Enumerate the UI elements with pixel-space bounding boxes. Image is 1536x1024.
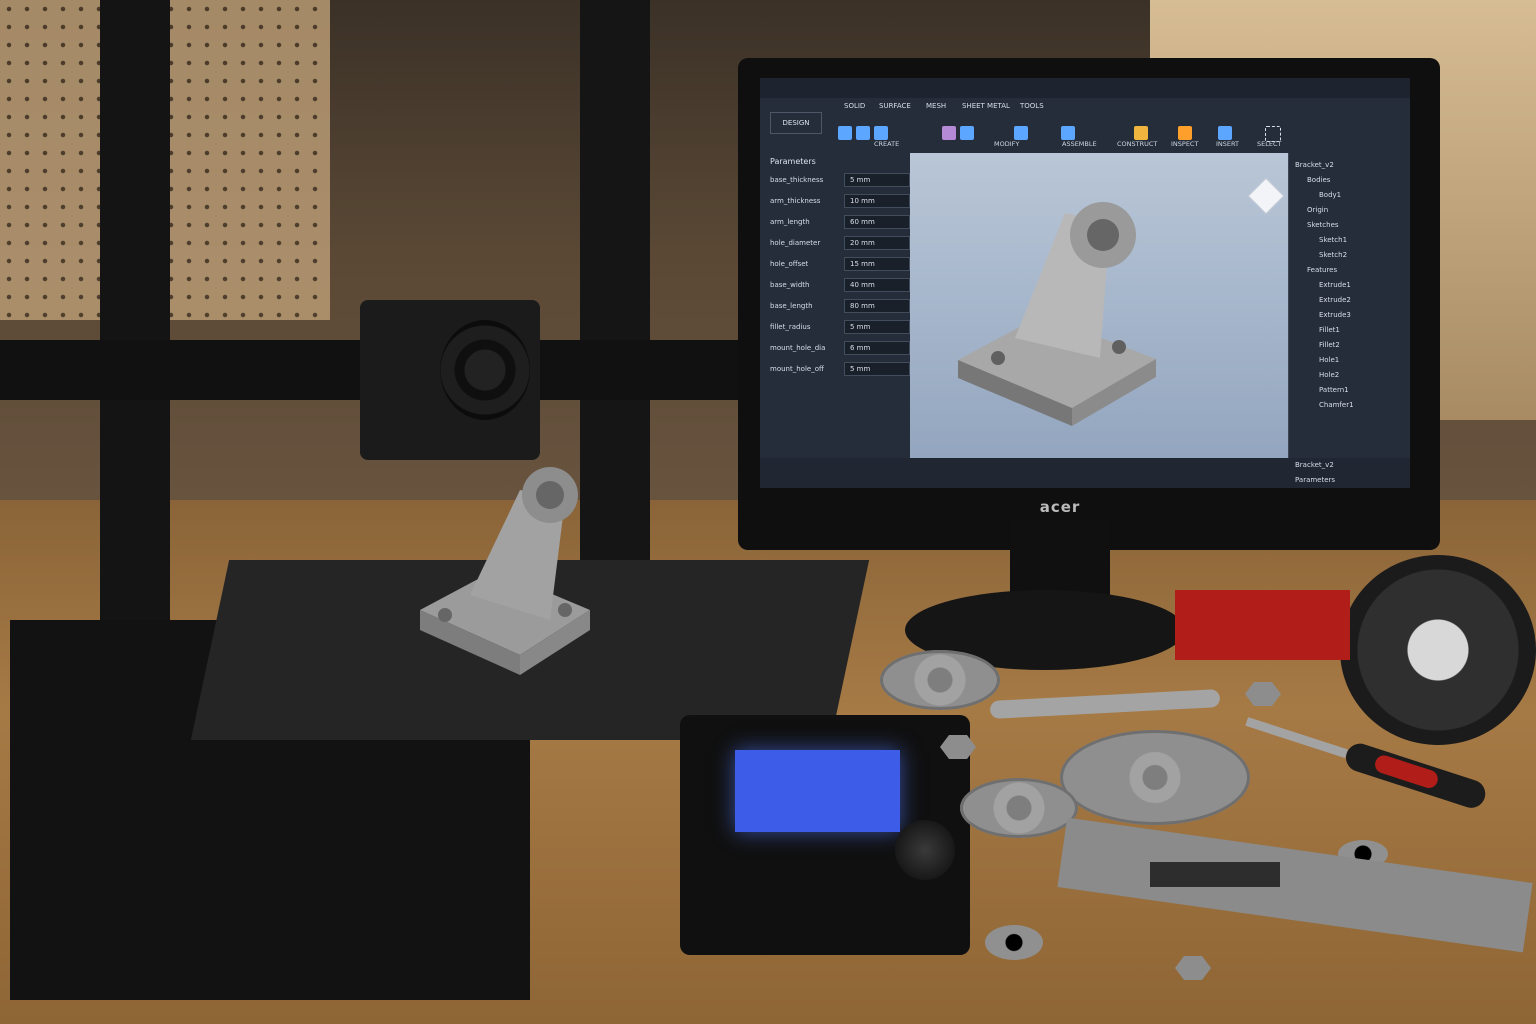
monitor-brand: acer bbox=[1039, 498, 1081, 516]
cylinder-tool-icon[interactable] bbox=[874, 126, 888, 140]
parameter-name: arm_thickness bbox=[770, 197, 821, 205]
workspace-selector[interactable]: DESIGN bbox=[770, 112, 822, 134]
browser-item-hole1[interactable]: Hole1 bbox=[1319, 356, 1339, 364]
parameter-value[interactable]: 5 mm bbox=[844, 173, 910, 187]
caliper-screen bbox=[1150, 862, 1280, 887]
browser-item-body1[interactable]: Body1 bbox=[1319, 191, 1341, 199]
box-tool-icon[interactable] bbox=[856, 126, 870, 140]
group-select[interactable]: SELECT bbox=[1257, 140, 1281, 148]
insert-tool-icon[interactable] bbox=[1218, 126, 1232, 140]
parameters-title: Parameters bbox=[770, 157, 816, 166]
parameter-name: base_thickness bbox=[770, 176, 824, 184]
printer-knob[interactable] bbox=[895, 820, 955, 880]
browser-item-extrude2[interactable]: Extrude2 bbox=[1319, 296, 1351, 304]
fillet-tool-icon[interactable] bbox=[942, 126, 956, 140]
small-gear bbox=[960, 778, 1078, 838]
parameter-value[interactable]: 20 mm bbox=[844, 236, 910, 250]
chamfer-tool-icon[interactable] bbox=[960, 126, 974, 140]
printer-fan-icon bbox=[440, 320, 530, 420]
parameter-value[interactable]: 80 mm bbox=[844, 299, 910, 313]
parameter-value[interactable]: 5 mm bbox=[844, 320, 910, 334]
parameter-name: hole_offset bbox=[770, 260, 809, 268]
parameter-name: fillet_radius bbox=[770, 323, 811, 331]
browser-item-hole2[interactable]: Hole2 bbox=[1319, 371, 1339, 379]
parameter-row: mount_hole_dia 6 mm bbox=[770, 341, 910, 357]
tab-solid[interactable]: SOLID bbox=[844, 102, 865, 110]
parameter-row: base_thickness 5 mm bbox=[770, 173, 910, 189]
browser-panel: Bracket_v2 Bodies Body1 Origin Sketches … bbox=[1288, 153, 1410, 458]
parameter-name: arm_length bbox=[770, 218, 810, 226]
create-tool-icon[interactable] bbox=[838, 126, 852, 140]
cad-screen: DESIGN SOLID SURFACE MESH SHEET METAL TO… bbox=[760, 78, 1410, 488]
parameter-row: arm_thickness 10 mm bbox=[770, 194, 910, 210]
browser-item-bracket[interactable]: Bracket_v2 bbox=[1295, 161, 1334, 169]
printer-lcd-screen bbox=[735, 750, 900, 832]
bracket-model bbox=[958, 202, 1156, 426]
browser-item-fillet1[interactable]: Fillet1 bbox=[1319, 326, 1340, 334]
group-construct[interactable]: CONSTRUCT bbox=[1117, 140, 1157, 148]
parameter-value[interactable]: 40 mm bbox=[844, 278, 910, 292]
cad-viewport[interactable] bbox=[910, 153, 1288, 458]
browser-item-extrude3[interactable]: Extrude3 bbox=[1319, 311, 1351, 319]
browser-item-origin[interactable]: Origin bbox=[1307, 206, 1328, 214]
browser-item-bodies[interactable]: Bodies bbox=[1307, 176, 1330, 184]
parameter-row: hole_diameter 20 mm bbox=[770, 236, 910, 252]
browser-item-chamfer1[interactable]: Chamfer1 bbox=[1319, 401, 1354, 409]
printed-bracket bbox=[420, 467, 590, 675]
large-gear bbox=[1060, 730, 1250, 825]
browser-item-sketch1[interactable]: Sketch1 bbox=[1319, 236, 1347, 244]
browser-item-features[interactable]: Features bbox=[1307, 266, 1337, 274]
filament-spool bbox=[1340, 555, 1536, 745]
footer-bracket[interactable]: Bracket_v2 bbox=[1295, 461, 1334, 469]
shell-tool-icon[interactable] bbox=[1014, 126, 1028, 140]
parameter-row: arm_length 60 mm bbox=[770, 215, 910, 231]
parameters-panel: Parameters base_thickness 5 mm arm_thick… bbox=[760, 153, 911, 458]
parameter-row: mount_hole_off 5 mm bbox=[770, 362, 910, 378]
parameter-name: mount_hole_off bbox=[770, 365, 824, 373]
browser-item-fillet2[interactable]: Fillet2 bbox=[1319, 341, 1340, 349]
tab-tools[interactable]: TOOLS bbox=[1020, 102, 1044, 110]
parameter-row: base_length 80 mm bbox=[770, 299, 910, 315]
assemble-tool-icon[interactable] bbox=[1061, 126, 1075, 140]
footer-parameters[interactable]: Parameters bbox=[1295, 476, 1335, 484]
browser-item-sketch2[interactable]: Sketch2 bbox=[1319, 251, 1347, 259]
construct-tool-icon[interactable] bbox=[1134, 126, 1148, 140]
flat-part bbox=[880, 650, 1000, 710]
parameter-name: base_width bbox=[770, 281, 810, 289]
group-create[interactable]: CREATE bbox=[874, 140, 899, 148]
parameter-name: mount_hole_dia bbox=[770, 344, 826, 352]
washer bbox=[985, 925, 1043, 960]
workshop-scene: acer DESIGN SOLID SURFACE MESH SHEET MET… bbox=[0, 0, 1536, 1024]
parameter-value[interactable]: 5 mm bbox=[844, 362, 910, 376]
tab-mesh[interactable]: MESH bbox=[926, 102, 946, 110]
group-insert[interactable]: INSERT bbox=[1216, 140, 1239, 148]
group-assemble[interactable]: ASSEMBLE bbox=[1062, 140, 1097, 148]
tab-surface[interactable]: SURFACE bbox=[879, 102, 911, 110]
group-inspect[interactable]: INSPECT bbox=[1171, 140, 1198, 148]
group-modify[interactable]: MODIFY bbox=[994, 140, 1019, 148]
browser-item-sketches[interactable]: Sketches bbox=[1307, 221, 1339, 229]
parameter-name: hole_diameter bbox=[770, 239, 821, 247]
cad-topbar bbox=[760, 78, 1410, 98]
parameter-row: fillet_radius 5 mm bbox=[770, 320, 910, 336]
parameter-value[interactable]: 15 mm bbox=[844, 257, 910, 271]
parameter-value[interactable]: 60 mm bbox=[844, 215, 910, 229]
inspect-tool-icon[interactable] bbox=[1178, 126, 1192, 140]
parameter-row: hole_offset 15 mm bbox=[770, 257, 910, 273]
parts-tray bbox=[1175, 590, 1350, 660]
parameter-name: base_length bbox=[770, 302, 813, 310]
parameter-value[interactable]: 6 mm bbox=[844, 341, 910, 355]
parameter-row: base_width 40 mm bbox=[770, 278, 910, 294]
tab-sheet-metal[interactable]: SHEET METAL bbox=[962, 102, 1010, 110]
parameter-value[interactable]: 10 mm bbox=[844, 194, 910, 208]
browser-item-extrude1[interactable]: Extrude1 bbox=[1319, 281, 1351, 289]
browser-item-pattern1[interactable]: Pattern1 bbox=[1319, 386, 1349, 394]
